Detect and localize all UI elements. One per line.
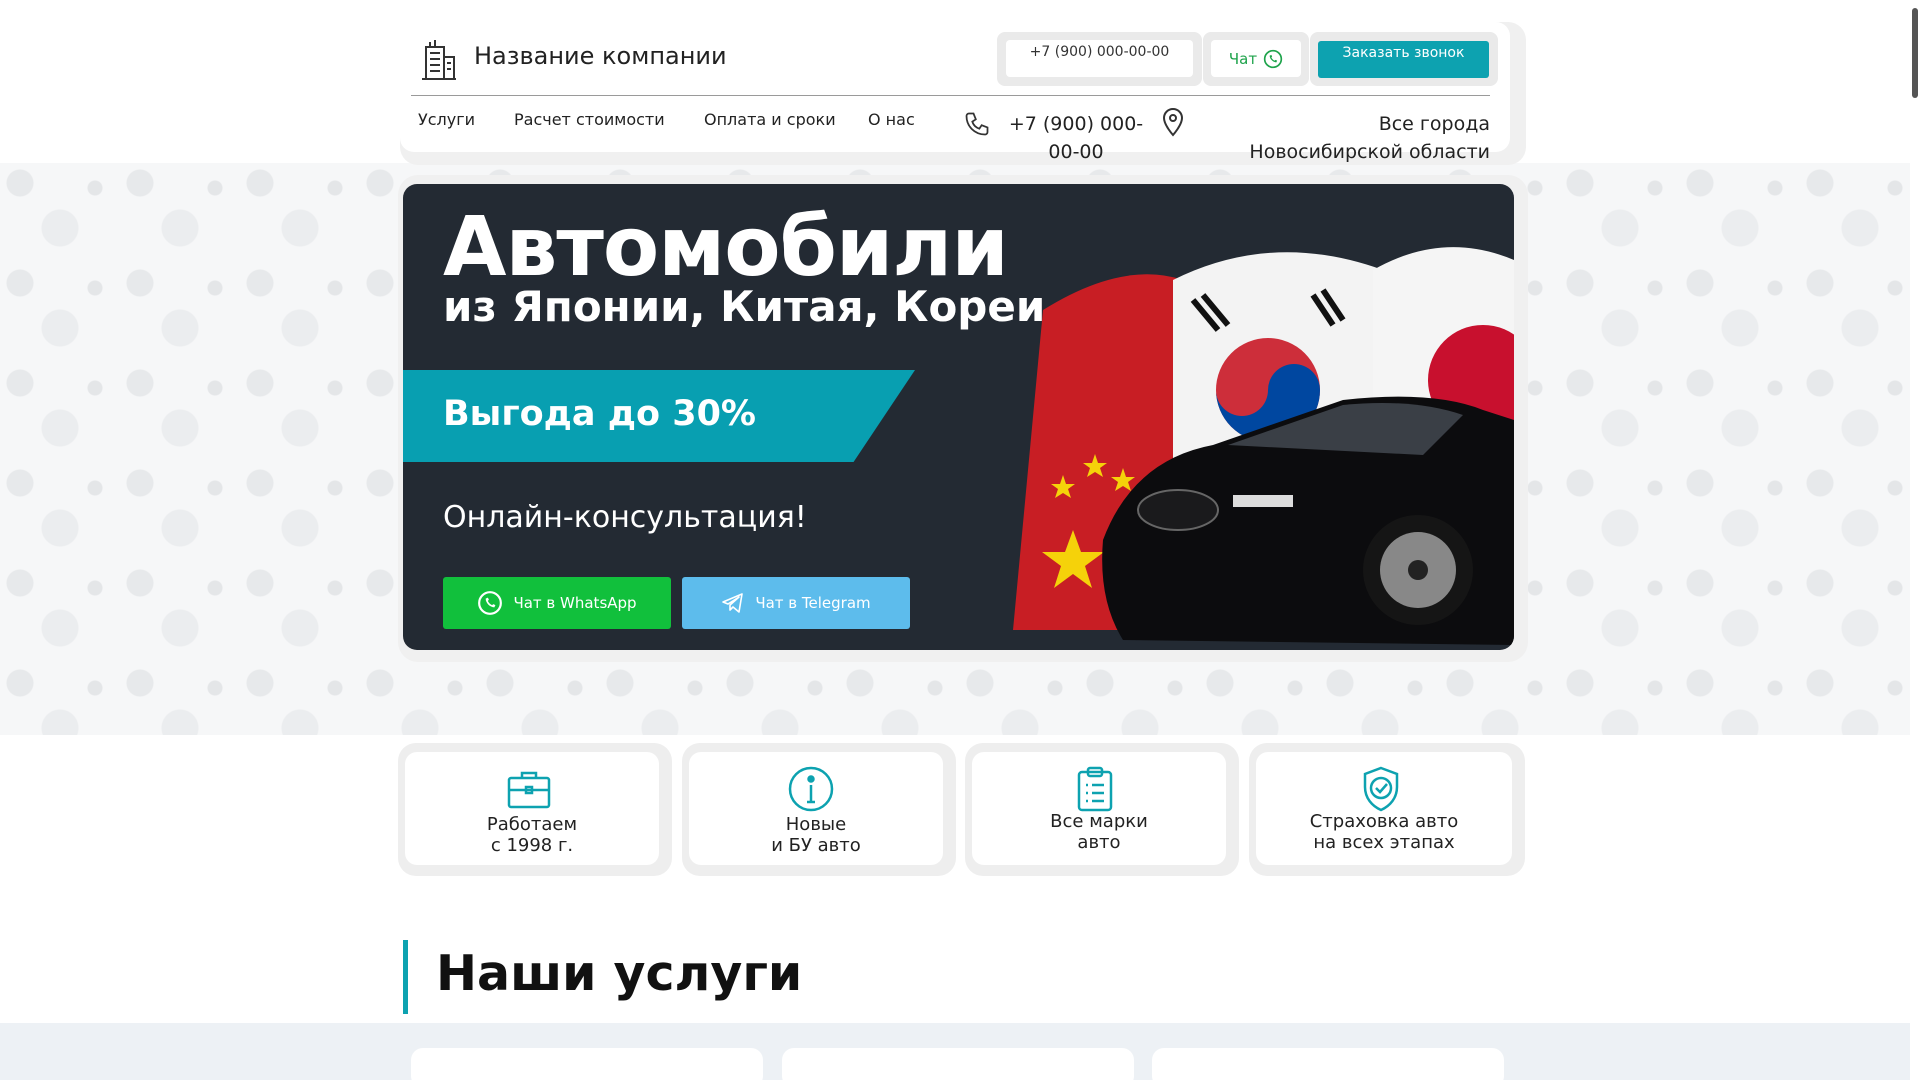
whatsapp-button-label: Чат в WhatsApp — [513, 594, 637, 612]
feature-brands-text: Все марки авто — [972, 811, 1226, 853]
feature-line: Работаем — [486, 814, 578, 835]
services-accent-bar — [403, 940, 408, 1014]
clipboard-icon — [1077, 766, 1113, 812]
feature-new-used-text: Новые и БУ авто — [689, 814, 943, 856]
whatsapp-icon — [1263, 49, 1283, 68]
phone-icon — [965, 112, 989, 136]
page: Название компании +7 (900) 000-00-00 Чат… — [0, 0, 1920, 1080]
nav-item-about[interactable]: О нас — [868, 110, 915, 129]
flags-and-car-image — [1013, 247, 1514, 645]
building-icon — [422, 40, 456, 80]
feature-line: и БУ авто — [771, 835, 861, 856]
service-card[interactable] — [411, 1048, 763, 1080]
callback-button[interactable]: Заказать звонок — [1318, 41, 1489, 78]
feature-line: на всех этапах — [1313, 832, 1455, 853]
feature-line: Страховка авто — [1309, 811, 1459, 832]
location-pin-icon — [1162, 107, 1184, 137]
feature-line: авто — [1077, 832, 1121, 853]
services-title: Наши услуги — [436, 945, 803, 1002]
chat-top-label: Чат — [1228, 49, 1258, 68]
promo-text: Выгода до 30% — [443, 394, 757, 434]
service-card[interactable] — [782, 1048, 1134, 1080]
chat-top-button[interactable]: Чат — [1211, 40, 1301, 77]
telegram-button-label: Чат в Telegram — [755, 594, 871, 612]
nav-item-calculation[interactable]: Расчет стоимости — [514, 110, 665, 129]
nav-item-payment[interactable]: Оплата и сроки — [704, 110, 836, 129]
consult-text: Онлайн-консультация! — [443, 500, 807, 535]
header-divider — [411, 95, 1490, 96]
feature-experience-text: Работаем с 1998 г. — [405, 814, 659, 856]
telegram-icon — [722, 593, 744, 613]
telegram-chat-button[interactable]: Чат в Telegram — [682, 577, 910, 629]
city-selector[interactable]: Все города Новосибирской области — [1230, 110, 1490, 166]
shield-check-icon — [1363, 766, 1399, 812]
phone-top-frame: +7 (900) 000-00-00 — [997, 32, 1202, 86]
scrollbar-thumb[interactable] — [1912, 8, 1918, 98]
hero-subtitle: из Японии, Китая, Кореи — [443, 282, 1046, 331]
hero-title: Автомобили — [443, 200, 1009, 295]
company-name[interactable]: Название компании — [474, 42, 727, 70]
header-phone[interactable]: +7 (900) 000-00-00 — [1000, 110, 1152, 166]
service-card[interactable] — [1152, 1048, 1504, 1080]
phone-top-link[interactable]: +7 (900) 000-00-00 — [1006, 40, 1193, 77]
whatsapp-chat-button[interactable]: Чат в WhatsApp — [443, 577, 671, 629]
chat-top-frame: Чат — [1203, 32, 1309, 86]
feature-line: Новые — [785, 814, 847, 835]
feature-line: с 1998 г. — [490, 835, 574, 856]
briefcase-icon — [507, 771, 551, 809]
info-icon — [788, 766, 834, 812]
hero-banner: Автомобили из Японии, Китая, Кореи Выгод… — [403, 184, 1514, 650]
nav-item-services[interactable]: Услуги — [418, 110, 475, 129]
feature-line: Все марки — [1050, 811, 1148, 832]
whatsapp-icon — [478, 591, 503, 615]
feature-insurance-text: Страховка авто на всех этапах — [1256, 811, 1512, 853]
